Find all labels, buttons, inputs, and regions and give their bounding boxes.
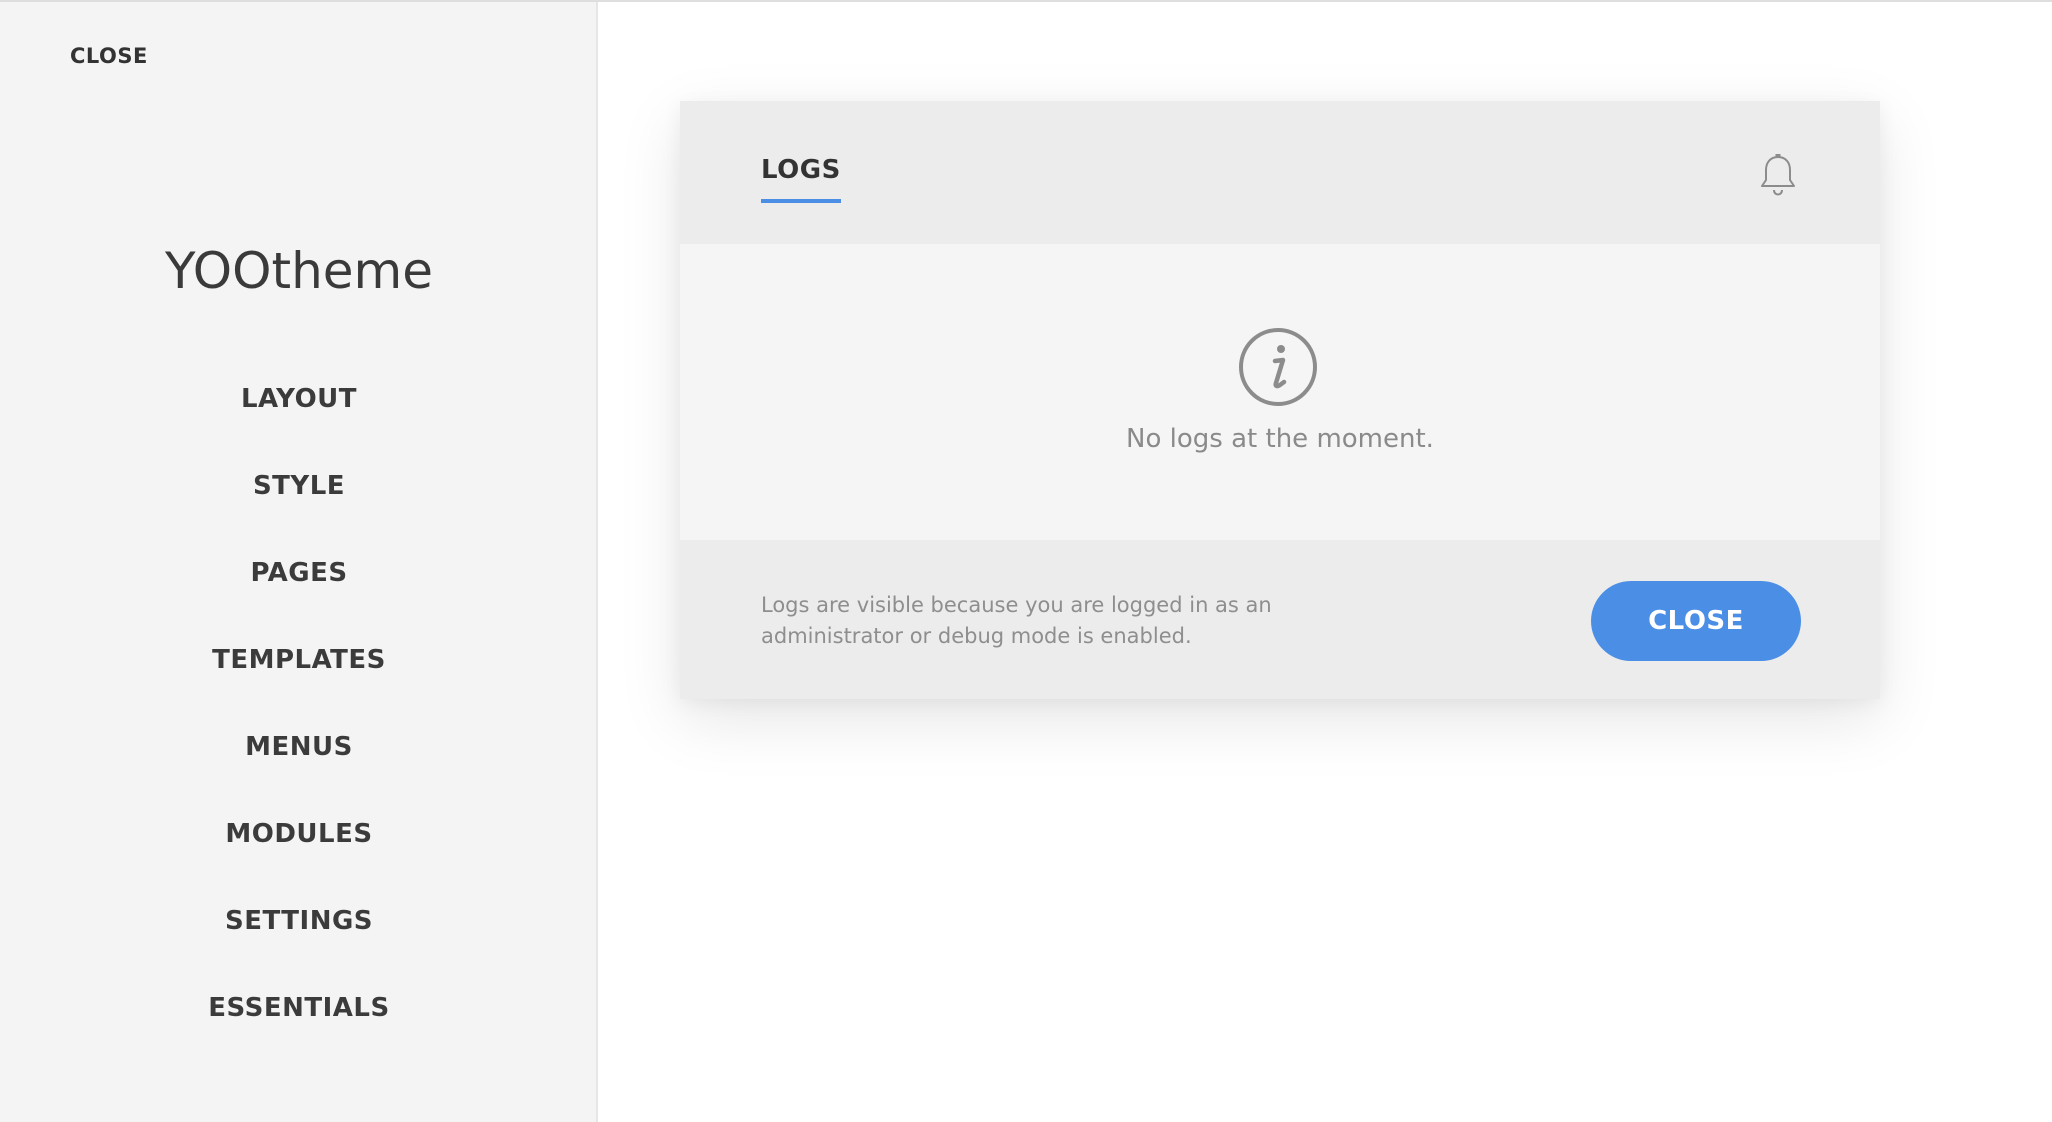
modal-footer: Logs are visible because you are logged … — [680, 540, 1880, 699]
sidebar-item-settings[interactable]: SETTINGS — [0, 896, 598, 983]
close-button[interactable]: CLOSE — [1591, 581, 1801, 661]
sidebar-nav: LAYOUT STYLE PAGES TEMPLATES MENUS MODUL… — [0, 374, 598, 1070]
footer-note: Logs are visible because you are logged … — [761, 593, 1272, 648]
sidebar-close-button[interactable]: CLOSE — [70, 44, 148, 68]
sidebar-item-style[interactable]: STYLE — [0, 461, 598, 548]
sidebar-item-essentials[interactable]: ESSENTIALS — [0, 983, 598, 1070]
sidebar-item-modules[interactable]: MODULES — [0, 809, 598, 896]
empty-state-text: No logs at the moment. — [1126, 424, 1434, 454]
modal-header: LOGS — [680, 101, 1880, 244]
sidebar-title: YOOtheme — [164, 242, 434, 300]
modal-body: No logs at the moment. — [680, 244, 1880, 540]
bell-icon[interactable] — [1758, 153, 1798, 197]
info-icon — [1238, 327, 1318, 407]
tab-logs[interactable]: LOGS — [761, 155, 841, 203]
sidebar-item-menus[interactable]: MENUS — [0, 722, 598, 809]
sidebar: CLOSE YOOtheme LAYOUT STYLE PAGES TEMPLA… — [0, 2, 598, 1122]
logs-modal: LOGS No logs at the moment. Logs are vis… — [680, 101, 1880, 699]
sidebar-item-layout[interactable]: LAYOUT — [0, 374, 598, 461]
sidebar-item-pages[interactable]: PAGES — [0, 548, 598, 635]
sidebar-item-templates[interactable]: TEMPLATES — [0, 635, 598, 722]
